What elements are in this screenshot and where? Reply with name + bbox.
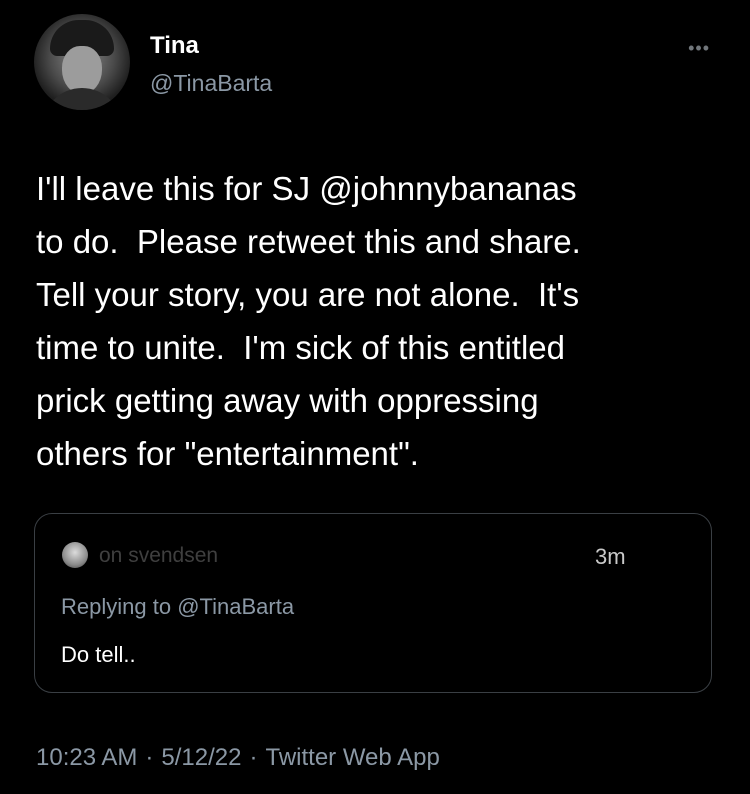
more-dots-icon[interactable]: ••• xyxy=(688,38,710,59)
meta-separator: · xyxy=(249,744,258,771)
author-name[interactable]: Tina xyxy=(150,32,199,60)
quoted-author-name[interactable]: on svendsen xyxy=(99,544,218,568)
meta-separator: · xyxy=(145,744,154,771)
author-avatar[interactable] xyxy=(34,14,130,110)
tweet-time[interactable]: 10:23 AM xyxy=(36,744,137,771)
shoulders-shape xyxy=(42,88,122,110)
quoted-timestamp[interactable]: 3m xyxy=(595,544,626,570)
quoted-avatar[interactable] xyxy=(62,542,88,568)
replying-handle[interactable]: @TinaBarta xyxy=(177,594,294,619)
quoted-text: Do tell.. xyxy=(61,642,136,667)
tweet-text-part: to do. Please retweet this and share. Te… xyxy=(36,223,581,472)
tweet-source[interactable]: Twitter Web App xyxy=(265,744,439,771)
tweet-text-part: I'll leave this for SJ xyxy=(36,170,320,207)
tweet-date[interactable]: 5/12/22 xyxy=(161,744,241,771)
tweet-meta: 10:23 AM · 5/12/22 · Twitter Web App xyxy=(36,744,440,772)
tweet-detail: Tina @TinaBarta ••• I'll leave this for … xyxy=(0,0,750,794)
replying-prefix: Replying to xyxy=(61,594,178,619)
author-handle[interactable]: @TinaBarta xyxy=(150,70,272,97)
mention-link[interactable]: @johnnybananas xyxy=(319,170,576,207)
tweet-text: I'll leave this for SJ @johnnybananas to… xyxy=(36,162,716,480)
replying-to: Replying to @TinaBarta xyxy=(61,594,294,620)
face-shape xyxy=(62,46,102,94)
quoted-tweet[interactable]: on svendsen 3m Replying to @TinaBarta Do… xyxy=(34,513,712,693)
